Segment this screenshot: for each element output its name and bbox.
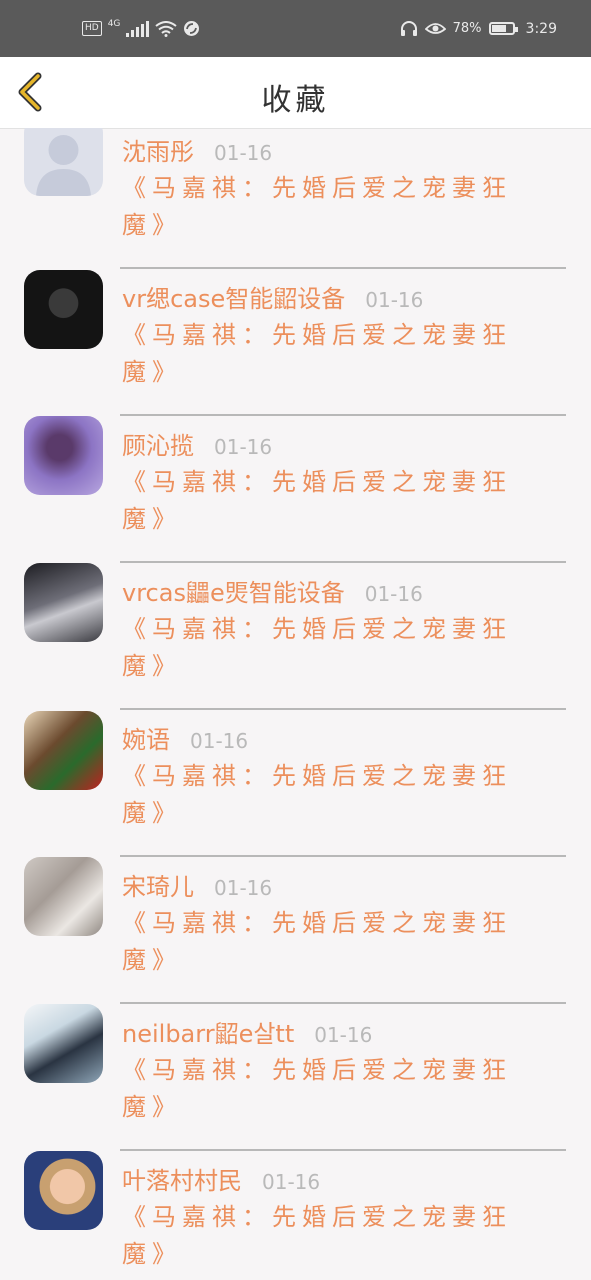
eye-icon <box>424 23 446 34</box>
avatar[interactable] <box>24 128 103 196</box>
message-text[interactable]: 《马嘉祺：先婚后爱之宠妻狂魔》 <box>122 464 522 538</box>
status-bar: HD 4G 78% 3:29 <box>0 0 591 57</box>
name-row: vr缌case智能鼦设备 01-16 <box>122 279 423 314</box>
username[interactable]: 婉语 <box>122 720 170 755</box>
username[interactable]: 宋琦儿 <box>122 867 194 902</box>
username[interactable]: vrcas鼺e煚智能设备 <box>122 573 345 608</box>
avatar[interactable] <box>24 1004 103 1083</box>
battery-fill <box>491 25 507 32</box>
status-left: HD 4G <box>82 18 200 37</box>
name-row: 宋琦儿 01-16 <box>122 867 272 902</box>
signal-icon <box>126 20 150 37</box>
headphones-icon <box>400 21 417 36</box>
message-text[interactable]: 《马嘉祺：先婚后爱之宠妻狂魔》 <box>122 1199 522 1273</box>
date: 01-16 <box>314 1023 373 1047</box>
username[interactable]: neilbarr鼦e살tt <box>122 1014 294 1049</box>
avatar[interactable] <box>24 416 103 495</box>
date: 01-16 <box>262 1170 321 1194</box>
page-title: 收藏 <box>261 83 330 118</box>
sync-icon <box>184 21 200 36</box>
network-type: 4G <box>107 18 121 29</box>
date: 01-16 <box>214 876 273 900</box>
list-item[interactable]: 宋琦儿 01-16 《马嘉祺：先婚后爱之宠妻狂魔》 <box>0 857 591 1004</box>
battery-percent: 78% <box>452 21 482 36</box>
avatar[interactable] <box>24 270 103 349</box>
name-row: 沈雨彤 01-16 <box>122 132 272 167</box>
name-row: 叶落村村民 01-16 <box>122 1161 320 1196</box>
app-header: 收藏 <box>0 57 591 129</box>
list-item[interactable]: 婉语 01-16 《马嘉祺：先婚后爱之宠妻狂魔》 <box>0 710 591 857</box>
date: 01-16 <box>190 729 249 753</box>
list-item[interactable]: 叶落村村民 01-16 《马嘉祺：先婚后爱之宠妻狂魔》 <box>0 1151 591 1280</box>
message-text[interactable]: 《马嘉祺：先婚后爱之宠妻狂魔》 <box>122 1052 522 1126</box>
message-text[interactable]: 《马嘉祺：先婚后爱之宠妻狂魔》 <box>122 905 522 979</box>
list-item[interactable]: 沈雨彤 01-16 《马嘉祺：先婚后爱之宠妻狂魔》 <box>0 128 591 269</box>
name-row: 顾沁揽 01-16 <box>122 426 272 461</box>
avatar[interactable] <box>24 857 103 936</box>
message-text[interactable]: 《马嘉祺：先婚后爱之宠妻狂魔》 <box>122 170 522 244</box>
date: 01-16 <box>214 435 273 459</box>
avatar[interactable] <box>24 711 103 790</box>
hd-badge: HD <box>82 21 102 36</box>
username[interactable]: vr缌case智能鼦设备 <box>122 279 345 314</box>
avatar[interactable] <box>24 1151 103 1230</box>
message-text[interactable]: 《马嘉祺：先婚后爱之宠妻狂魔》 <box>122 317 522 391</box>
date: 01-16 <box>364 582 423 606</box>
username[interactable]: 叶落村村民 <box>122 1161 242 1196</box>
default-avatar-icon <box>36 135 91 196</box>
name-row: vrcas鼺e煚智能设备 01-16 <box>122 573 423 608</box>
date: 01-16 <box>214 141 273 165</box>
list-item[interactable]: vr缌case智能鼦设备 01-16 《马嘉祺：先婚后爱之宠妻狂魔》 <box>0 269 591 416</box>
list-item[interactable]: 顾沁揽 01-16 《马嘉祺：先婚后爱之宠妻狂魔》 <box>0 416 591 563</box>
name-row: 婉语 01-16 <box>122 720 248 755</box>
status-right: 78% 3:29 <box>400 20 557 37</box>
date: 01-16 <box>365 288 424 312</box>
list-item[interactable]: vrcas鼺e煚智能设备 01-16 《马嘉祺：先婚后爱之宠妻狂魔》 <box>0 563 591 710</box>
name-row: neilbarr鼦e살tt 01-16 <box>122 1014 372 1049</box>
message-text[interactable]: 《马嘉祺：先婚后爱之宠妻狂魔》 <box>122 758 522 832</box>
battery-icon <box>488 22 518 35</box>
wifi-icon <box>155 20 178 37</box>
username[interactable]: 沈雨彤 <box>122 132 194 167</box>
avatar[interactable] <box>24 563 103 642</box>
clock: 3:29 <box>525 20 557 37</box>
favorites-list: 沈雨彤 01-16 《马嘉祺：先婚后爱之宠妻狂魔》 vr缌case智能鼦设备 0… <box>0 128 591 1280</box>
message-text[interactable]: 《马嘉祺：先婚后爱之宠妻狂魔》 <box>122 611 522 685</box>
list-item[interactable]: neilbarr鼦e살tt 01-16 《马嘉祺：先婚后爱之宠妻狂魔》 <box>0 1004 591 1151</box>
username[interactable]: 顾沁揽 <box>122 426 194 461</box>
